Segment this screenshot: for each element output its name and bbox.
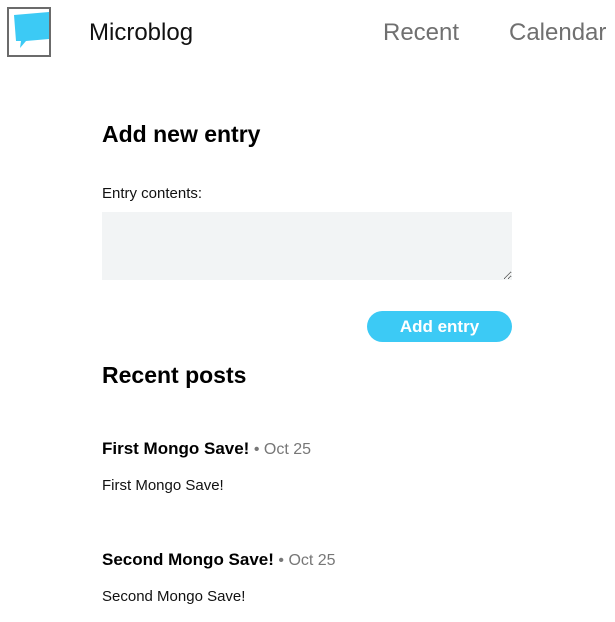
post-date: Oct 25	[288, 552, 336, 569]
post-body: First Mongo Save!	[102, 477, 224, 494]
nav-calendar-link[interactable]: Calendar	[509, 19, 606, 47]
post-date: Oct 25	[263, 441, 312, 458]
add-entry-heading: Add new entry	[102, 121, 261, 147]
post-item: Second Mongo Save! • Oct 25 Second Mongo…	[102, 550, 512, 605]
entry-contents-label: Entry contents:	[102, 185, 203, 202]
brand-title[interactable]: Microblog	[89, 19, 193, 47]
recent-posts-heading: Recent posts	[102, 362, 247, 388]
logo[interactable]	[7, 7, 51, 57]
speech-bubble-icon	[14, 12, 49, 48]
post-item: First Mongo Save! • Oct 25 First Mongo S…	[102, 439, 512, 494]
add-entry-button[interactable]: Add entry	[367, 311, 512, 342]
post-separator: •	[278, 552, 284, 569]
post-separator: •	[253, 441, 260, 458]
post-title[interactable]: Second Mongo Save!	[102, 550, 274, 569]
site-header: Microblog Recent Calendar	[0, 0, 615, 66]
entry-contents-textarea[interactable]	[102, 212, 512, 280]
post-title[interactable]: First Mongo Save!	[102, 439, 249, 458]
post-body: Second Mongo Save!	[102, 588, 246, 605]
nav-recent-link[interactable]: Recent	[383, 19, 459, 47]
